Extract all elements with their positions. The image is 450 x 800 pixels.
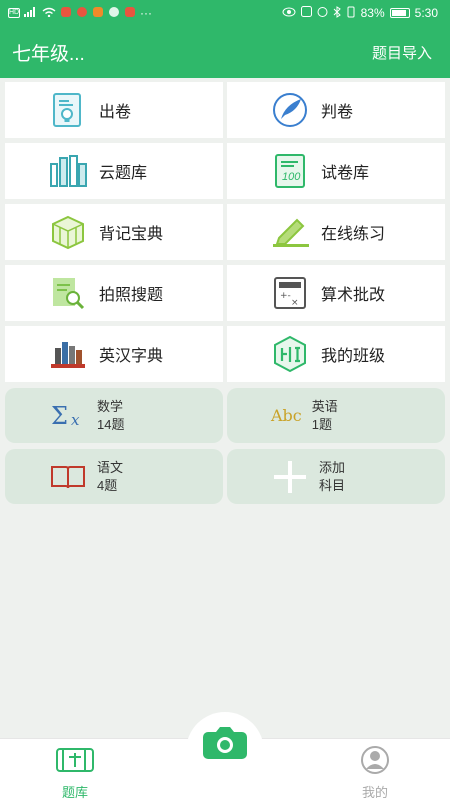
- subject-english[interactable]: Abc 英语 1题: [227, 388, 445, 443]
- feature-create-paper[interactable]: 出卷: [5, 82, 223, 138]
- feature-my-class[interactable]: 我的班级: [227, 326, 445, 382]
- status-left: HD ···: [8, 6, 152, 21]
- subject-name: 语文: [97, 459, 124, 475]
- notification-icon: [108, 6, 120, 21]
- feature-dictionary[interactable]: 英汉字典: [5, 326, 223, 382]
- feature-label: 试卷库: [321, 165, 370, 182]
- search-doc-icon: [49, 274, 87, 312]
- feature-label: 我的班级: [321, 348, 386, 365]
- class-badge-icon: [271, 335, 309, 373]
- feature-label: 英汉字典: [99, 348, 164, 365]
- abc-icon: Abc: [271, 397, 302, 435]
- grade-selector[interactable]: 七年级...: [12, 39, 85, 66]
- alarm-icon: [317, 6, 328, 20]
- pencil-icon: [271, 213, 309, 251]
- subject-text: 添加 科目: [319, 459, 345, 495]
- subject-count: 14题: [97, 416, 125, 432]
- feature-label: 在线练习: [321, 226, 386, 243]
- books-icon: [49, 152, 87, 190]
- bluetooth-icon: [333, 5, 341, 21]
- plus-icon: [271, 458, 309, 496]
- feature-grade-paper[interactable]: 判卷: [227, 82, 445, 138]
- wifi-icon: [42, 6, 56, 20]
- dictionary-icon: [49, 335, 87, 373]
- quill-icon: [271, 91, 309, 129]
- battery-percent: 83%: [360, 6, 385, 20]
- notification-icon: [60, 6, 72, 21]
- svg-text:Σ: Σ: [51, 402, 68, 430]
- battery-icon: [389, 8, 410, 18]
- svg-text:x: x: [71, 411, 80, 429]
- subject-math[interactable]: Σx 数学 14题: [5, 388, 223, 443]
- feature-cloud-bank[interactable]: 云题库: [5, 143, 223, 199]
- feature-label: 出卷: [99, 104, 132, 121]
- feature-label: 拍照搜题: [99, 287, 164, 304]
- feature-label: 算术批改: [321, 287, 386, 304]
- score-paper-icon: 100: [271, 152, 309, 190]
- import-questions-button[interactable]: 题目导入: [372, 42, 432, 63]
- subject-name: 添加: [319, 459, 346, 475]
- feature-paper-bank[interactable]: 100 试卷库: [227, 143, 445, 199]
- nav-mine[interactable]: 我的: [335, 745, 415, 800]
- svg-text:×: ×: [291, 298, 299, 308]
- camera-icon: [202, 726, 248, 772]
- subject-chinese[interactable]: 语文 4题: [5, 449, 223, 504]
- subject-text: 英语 1题: [312, 398, 338, 434]
- question-bank-icon: [55, 748, 95, 779]
- vibrate-icon: [346, 6, 356, 21]
- subject-name: 数学: [97, 398, 124, 414]
- book-icon: [49, 458, 87, 496]
- subject-grid: Σx 数学 14题 Abc 英语 1题 语文 4题 添加 科目: [5, 388, 445, 504]
- status-right: 83% 5:30: [282, 5, 438, 21]
- subject-text: 数学 14题: [97, 398, 124, 434]
- user-icon: [359, 746, 391, 779]
- more-indicator: ···: [140, 6, 152, 20]
- subject-text: 语文 4题: [97, 459, 123, 495]
- clock-time: 5:30: [414, 6, 438, 20]
- svg-text:100: 100: [282, 171, 301, 183]
- nav-label: 我的: [361, 785, 388, 800]
- feature-label: 云题库: [99, 165, 148, 182]
- feature-arithmetic-check[interactable]: +- × 算术批改: [227, 265, 445, 321]
- notification-icon: [76, 6, 88, 21]
- subject-count: 科目: [319, 477, 346, 493]
- feature-label: 判卷: [321, 104, 354, 121]
- feature-grid: 出卷 判卷 云题库 100 试卷库 背记宝典 在线练习 拍照搜题 +- × 算术…: [5, 82, 445, 382]
- eye-icon: [282, 6, 296, 20]
- calculator-icon: +- ×: [271, 274, 309, 312]
- signal-icon: [24, 6, 38, 20]
- hd-badge: HD: [8, 8, 20, 18]
- feature-label: 背记宝典: [99, 226, 164, 243]
- add-subject-button[interactable]: 添加 科目: [227, 449, 445, 504]
- svg-text:+-: +-: [280, 291, 291, 301]
- nfc-icon: [300, 6, 312, 20]
- notification-icon: [92, 6, 104, 21]
- subject-name: 英语: [311, 398, 338, 414]
- sigma-icon: Σx: [49, 397, 87, 435]
- status-bar: HD ··· 83% 5:30: [0, 0, 450, 26]
- cubes-icon: [49, 213, 87, 251]
- feature-photo-search[interactable]: 拍照搜题: [5, 265, 223, 321]
- subject-count: 4题: [97, 477, 118, 493]
- abc-icon-text: Abc: [271, 406, 302, 425]
- feature-memory-guide[interactable]: 背记宝典: [5, 204, 223, 260]
- subject-count: 1题: [311, 416, 332, 432]
- paper-bulb-icon: [49, 91, 87, 129]
- feature-online-practice[interactable]: 在线练习: [227, 204, 445, 260]
- camera-button[interactable]: [186, 712, 264, 772]
- app-bar: 七年级... 题目导入: [0, 26, 450, 78]
- notification-icon: [124, 6, 136, 21]
- nav-question-bank[interactable]: 题库: [35, 745, 115, 800]
- nav-label: 题库: [61, 785, 88, 800]
